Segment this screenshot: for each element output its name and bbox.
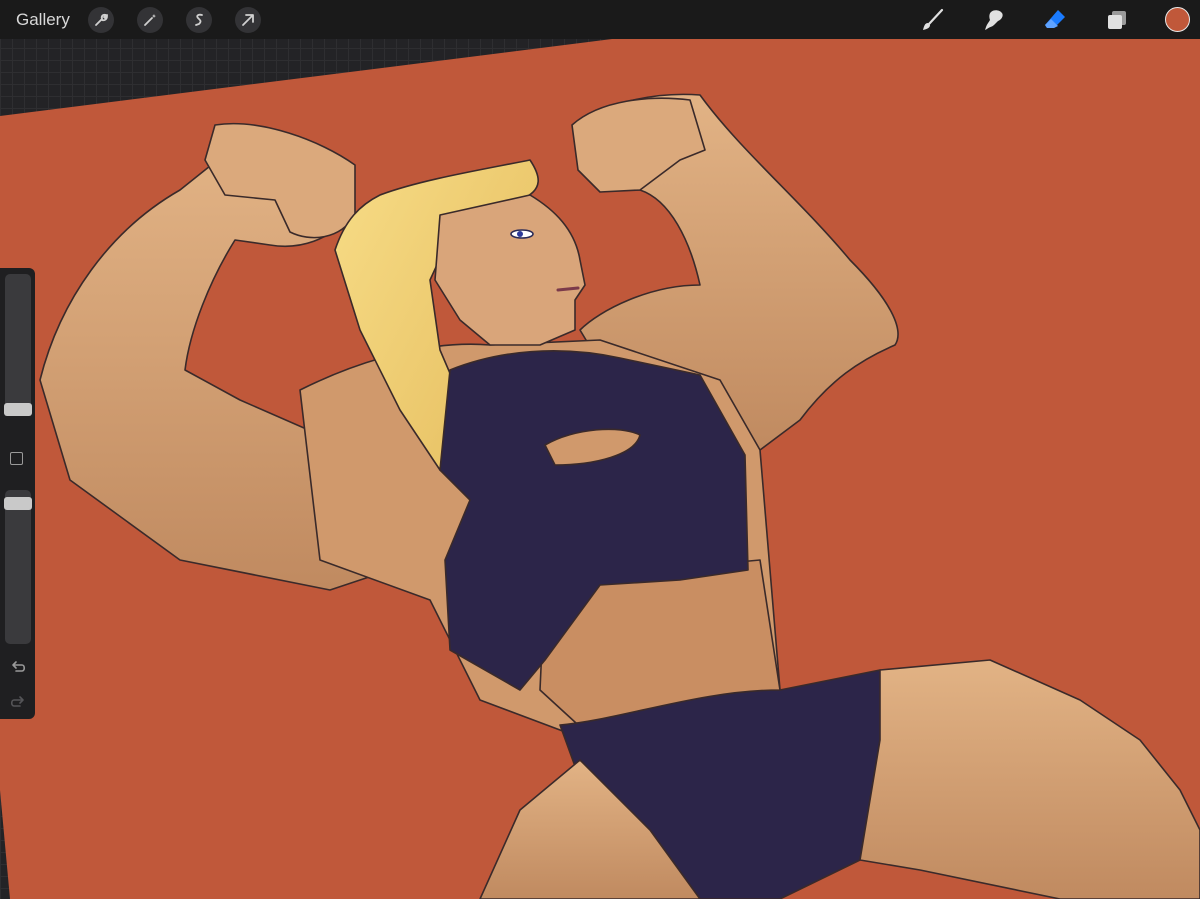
opacity-thumb[interactable] [4, 497, 32, 510]
left-sidebar [0, 268, 35, 719]
smudge-icon[interactable] [979, 5, 1009, 35]
color-swatch[interactable] [1165, 7, 1190, 32]
eraser-icon[interactable] [1040, 5, 1070, 35]
selection-icon[interactable] [185, 6, 212, 33]
undo-icon[interactable] [9, 658, 27, 676]
modify-square-icon[interactable] [10, 452, 23, 465]
transform-arrow-icon[interactable] [234, 6, 261, 33]
brush-icon[interactable] [918, 5, 948, 35]
mouth [556, 286, 580, 292]
brush-size-thumb[interactable] [4, 403, 32, 416]
top-toolbar: Gallery [0, 0, 1200, 39]
magic-wand-icon[interactable] [136, 6, 163, 33]
opacity-slider[interactable] [4, 490, 32, 644]
redo-icon[interactable] [9, 693, 27, 711]
layers-icon[interactable] [1102, 5, 1132, 35]
canvas-workspace[interactable] [0, 0, 1200, 899]
artwork-canvas[interactable] [0, 0, 1200, 899]
gallery-button[interactable]: Gallery [16, 10, 70, 30]
procreate-app: Gallery [0, 0, 1200, 899]
actions-toolbar [87, 6, 261, 33]
brush-size-slider[interactable] [4, 274, 32, 416]
wrench-icon[interactable] [87, 6, 114, 33]
